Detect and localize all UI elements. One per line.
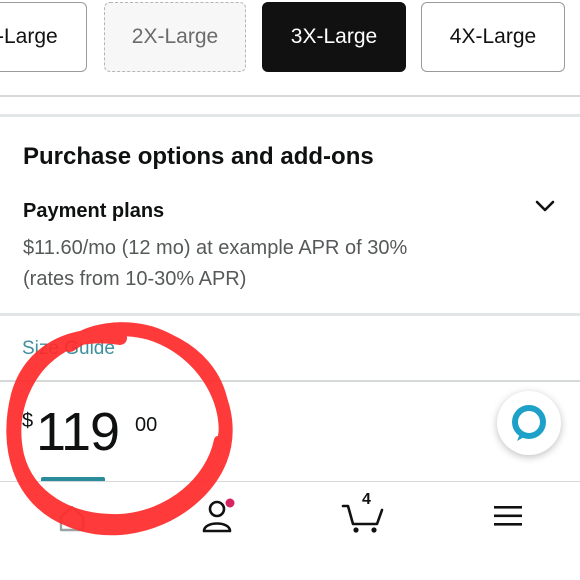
size-guide-link[interactable]: Size Guide — [22, 338, 115, 360]
notification-dot — [225, 498, 235, 508]
divider — [0, 313, 580, 316]
hamburger-menu-icon — [494, 506, 522, 526]
home-icon — [59, 505, 85, 532]
nav-home[interactable] — [46, 496, 98, 540]
payment-plans-description: $11.60/mo (12 mo) at example APR of 30% … — [23, 237, 408, 290]
price-fraction: 00 — [135, 414, 158, 436]
size-option-label: -Large — [0, 25, 58, 48]
nav-menu[interactable] — [482, 494, 534, 538]
user-icon — [202, 498, 235, 533]
chevron-down-icon[interactable] — [533, 194, 557, 218]
size-option-label: 3X-Large — [290, 25, 378, 48]
divider — [0, 380, 580, 382]
size-option-4x-large[interactable]: 4X-Large — [421, 2, 565, 72]
price-currency-symbol: $ — [22, 410, 34, 432]
size-option-label: 4X-Large — [449, 25, 537, 48]
size-option-label: 2X-Large — [131, 25, 219, 48]
divider — [0, 95, 580, 97]
divider — [0, 114, 580, 117]
size-option-large[interactable]: -Large — [0, 2, 87, 72]
payment-plans-title[interactable]: Payment plans — [23, 200, 164, 223]
purchase-options-title: Purchase options and add-ons — [23, 143, 374, 170]
nav-account[interactable] — [192, 494, 244, 538]
cart-count-badge: 4 — [362, 491, 371, 508]
size-option-2x-large[interactable]: 2X-Large — [104, 2, 246, 72]
alexa-button[interactable] — [497, 391, 561, 455]
alexa-icon — [512, 405, 546, 441]
price-whole: 119 — [36, 402, 120, 462]
size-option-3x-large[interactable]: 3X-Large — [262, 2, 406, 72]
